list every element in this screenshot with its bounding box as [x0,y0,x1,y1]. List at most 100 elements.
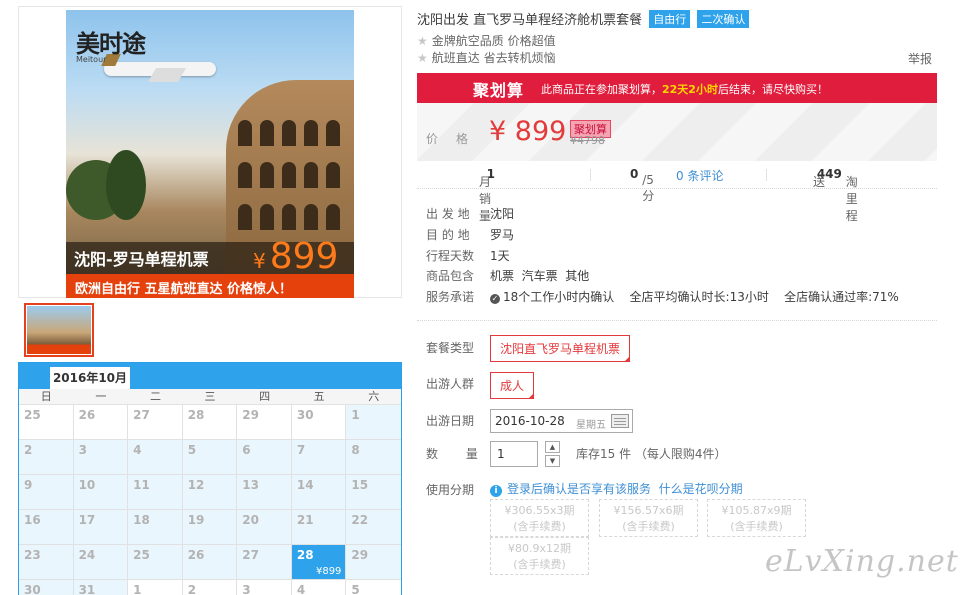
calendar-day[interactable]: 29 [346,545,401,580]
day-number: 7 [296,443,306,457]
weekday-header: 六 [368,390,380,403]
day-number: 20 [242,513,259,527]
calendar-day[interactable]: 6 [237,440,292,475]
star-icon: ★ [417,34,428,48]
quantity-input[interactable]: 1 [490,441,538,467]
brand-logo: 美时途 Meitour [76,30,146,64]
calendar-day: 30 [291,405,347,440]
day-number: 19 [187,513,205,527]
day-number: 27 [133,408,150,422]
installment-label: 使用分期 [426,483,475,497]
day-number: 28 [296,548,314,562]
star-icon: ★ [417,51,428,65]
installment-option-9[interactable]: ¥105.87x9期 (含手续费) [707,499,806,537]
calendar-day[interactable]: 15 [346,475,401,510]
installment-option-3[interactable]: ¥306.55x3期 (含手续费) [490,499,589,537]
day-number: 2 [24,443,33,457]
calendar-day[interactable]: 14 [291,475,347,510]
product-title: 沈阳出发 直飞罗马单程经济舱机票套餐 自由行 二次确认 [417,9,750,28]
weekday-header: 五 [313,390,325,403]
calendar-day[interactable]: 18 [128,510,183,545]
day-number: 8 [351,443,360,457]
day-number: 10 [78,478,96,492]
day-number: 14 [296,478,314,492]
calendar-icon[interactable] [611,414,629,428]
group-option-selected[interactable]: 成人 [490,372,535,399]
day-number: 15 [351,478,369,492]
installment-option-12[interactable]: ¥80.9x12期 (含手续费) [490,537,589,575]
report-link[interactable]: 举报 [908,50,932,67]
calendar-day[interactable]: 12 [182,475,238,510]
feature-item: ★ 航班直达 省去转机烦恼 [417,51,556,65]
package-option-selected[interactable]: 沈阳直飞罗马单程机票 [490,335,631,362]
login-link[interactable]: 登录后确认是否享有该服务 [507,482,651,496]
rating: 0 /5分 [630,167,655,203]
calendar-day[interactable]: 7 [291,440,347,475]
calendar-day[interactable]: 17 [73,510,129,545]
day-number: 28 [187,408,205,422]
day-number: 3 [78,443,87,457]
stock-info: 库存15 件 （每人限购4件） [576,447,727,461]
calendar-day[interactable]: 31 [73,580,129,595]
weekday-header: 日 [40,390,52,403]
calendar-month-tab[interactable]: 2016年10月 [50,367,130,389]
calendar-day[interactable]: 8 [346,440,401,475]
calendar-day[interactable]: 16 [19,510,74,545]
quantity-label: 数 量 [426,447,490,461]
main-product-image[interactable]: 美时途 Meitour 沈阳-罗马单程机票 ¥899 欧洲自由行 五星航班直达 … [66,10,354,298]
calendar-day[interactable]: 5 [182,440,238,475]
info-days: 行程天数 1天 [426,249,510,263]
day-number: 26 [187,548,205,562]
day-number: 3 [242,583,251,595]
installment-option-6[interactable]: ¥156.57x6期 (含手续费) [599,499,698,537]
quantity-decrease-button[interactable]: ▼ [545,455,560,467]
monthly-sales: 月销量 1 [479,167,495,223]
calendar-day[interactable]: 13 [237,475,292,510]
calendar-weekday-row: 日一二三四五六 [19,389,401,405]
reviews-link[interactable]: 0 条评论 [676,167,723,184]
tag-second-confirm: 二次确认 [697,10,750,28]
calendar-day[interactable]: 11 [128,475,183,510]
calendar-day[interactable]: 2 [19,440,74,475]
calendar-day[interactable]: 25 [128,545,183,580]
calendar-day[interactable]: 1 [346,405,401,440]
calendar-day: 27 [128,405,183,440]
weekday-header: 四 [259,390,271,403]
departure-date-input[interactable]: 2016-10-28 星期五 [490,409,633,433]
calendar-day[interactable]: 23 [19,545,74,580]
calendar-day[interactable]: 21 [291,510,347,545]
calendar-day: 5 [346,580,401,595]
calendar-day[interactable]: 9 [19,475,74,510]
date-label: 出游日期 [426,414,475,428]
gallery-thumbnail[interactable] [24,303,94,357]
calendar-day-selected[interactable]: 28 ¥899 [291,545,347,580]
day-number: 11 [133,478,150,492]
calendar-day[interactable]: 27 [237,545,292,580]
calendar-day[interactable]: 22 [346,510,401,545]
day-number: 1 [351,408,360,422]
section-divider [417,320,937,321]
day-number: 13 [242,478,259,492]
calendar-day[interactable]: 4 [128,440,183,475]
calendar-day: 25 [19,405,74,440]
info-service: 服务承诺 ✓ 18个工作小时内确认 全店平均确认时长:13小时 全店确认通过率:71… [426,290,899,304]
image-promo-strip: 欧洲自由行 五星航班直达 价格惊人！ [66,274,354,298]
juhuasuan-message: 此商品正在参加聚划算，22天2小时后结束，请尽快购买！ [541,83,828,96]
day-number: 29 [242,408,259,422]
calendar-day[interactable]: 30 [19,580,74,595]
calendar-day[interactable]: 26 [182,545,238,580]
calendar-day[interactable]: 19 [182,510,238,545]
huabei-help-link[interactable]: 什么是花呗分期 [659,482,743,496]
calendar-day: 4 [291,580,347,595]
calendar-day[interactable]: 10 [73,475,129,510]
calendar-day[interactable]: 3 [73,440,129,475]
calendar-day[interactable]: 24 [73,545,129,580]
weekday-header: 三 [204,390,216,403]
juhuasuan-banner: 聚划算 此商品正在参加聚划算，22天2小时后结束，请尽快购买！ [417,73,937,103]
date-weekday: 星期五 [576,420,606,431]
quantity-increase-button[interactable]: ▲ [545,441,560,453]
calendar-day[interactable]: 20 [237,510,292,545]
day-number: 18 [133,513,150,527]
day-number: 23 [24,548,41,562]
group-label: 出游人群 [426,377,475,391]
